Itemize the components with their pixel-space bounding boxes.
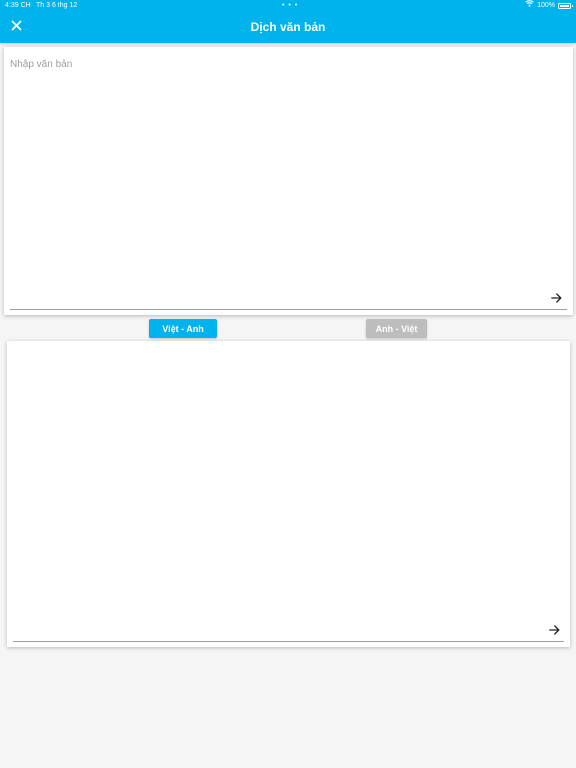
status-time: 4:39 CH [5, 2, 31, 9]
input-card [4, 47, 573, 315]
arrow-right-icon [548, 622, 560, 640]
arrow-right-icon [550, 290, 562, 308]
translate-submit-button[interactable] [549, 292, 563, 306]
wifi-icon [525, 0, 534, 12]
multitasking-dots[interactable]: • • • [282, 0, 298, 12]
status-right: 100% [525, 0, 573, 12]
battery-icon [558, 3, 573, 9]
page-title: Dịch văn bản [250, 20, 326, 34]
source-text-input[interactable] [4, 47, 573, 315]
output-underline [13, 641, 564, 642]
status-date: Th 3 6 thg 12 [36, 2, 78, 9]
vi-en-button[interactable]: Việt - Anh [149, 319, 217, 338]
status-bar: 4:39 CH Th 3 6 thg 12 • • • 100% [0, 0, 576, 12]
input-underline [10, 309, 567, 310]
app-bar: 4:39 CH Th 3 6 thg 12 • • • 100% Dịch vă… [0, 0, 576, 43]
output-card [7, 341, 570, 647]
en-vi-button[interactable]: Anh - Việt [366, 319, 427, 338]
output-submit-button[interactable] [547, 624, 561, 638]
battery-percent: 100% [537, 2, 555, 9]
